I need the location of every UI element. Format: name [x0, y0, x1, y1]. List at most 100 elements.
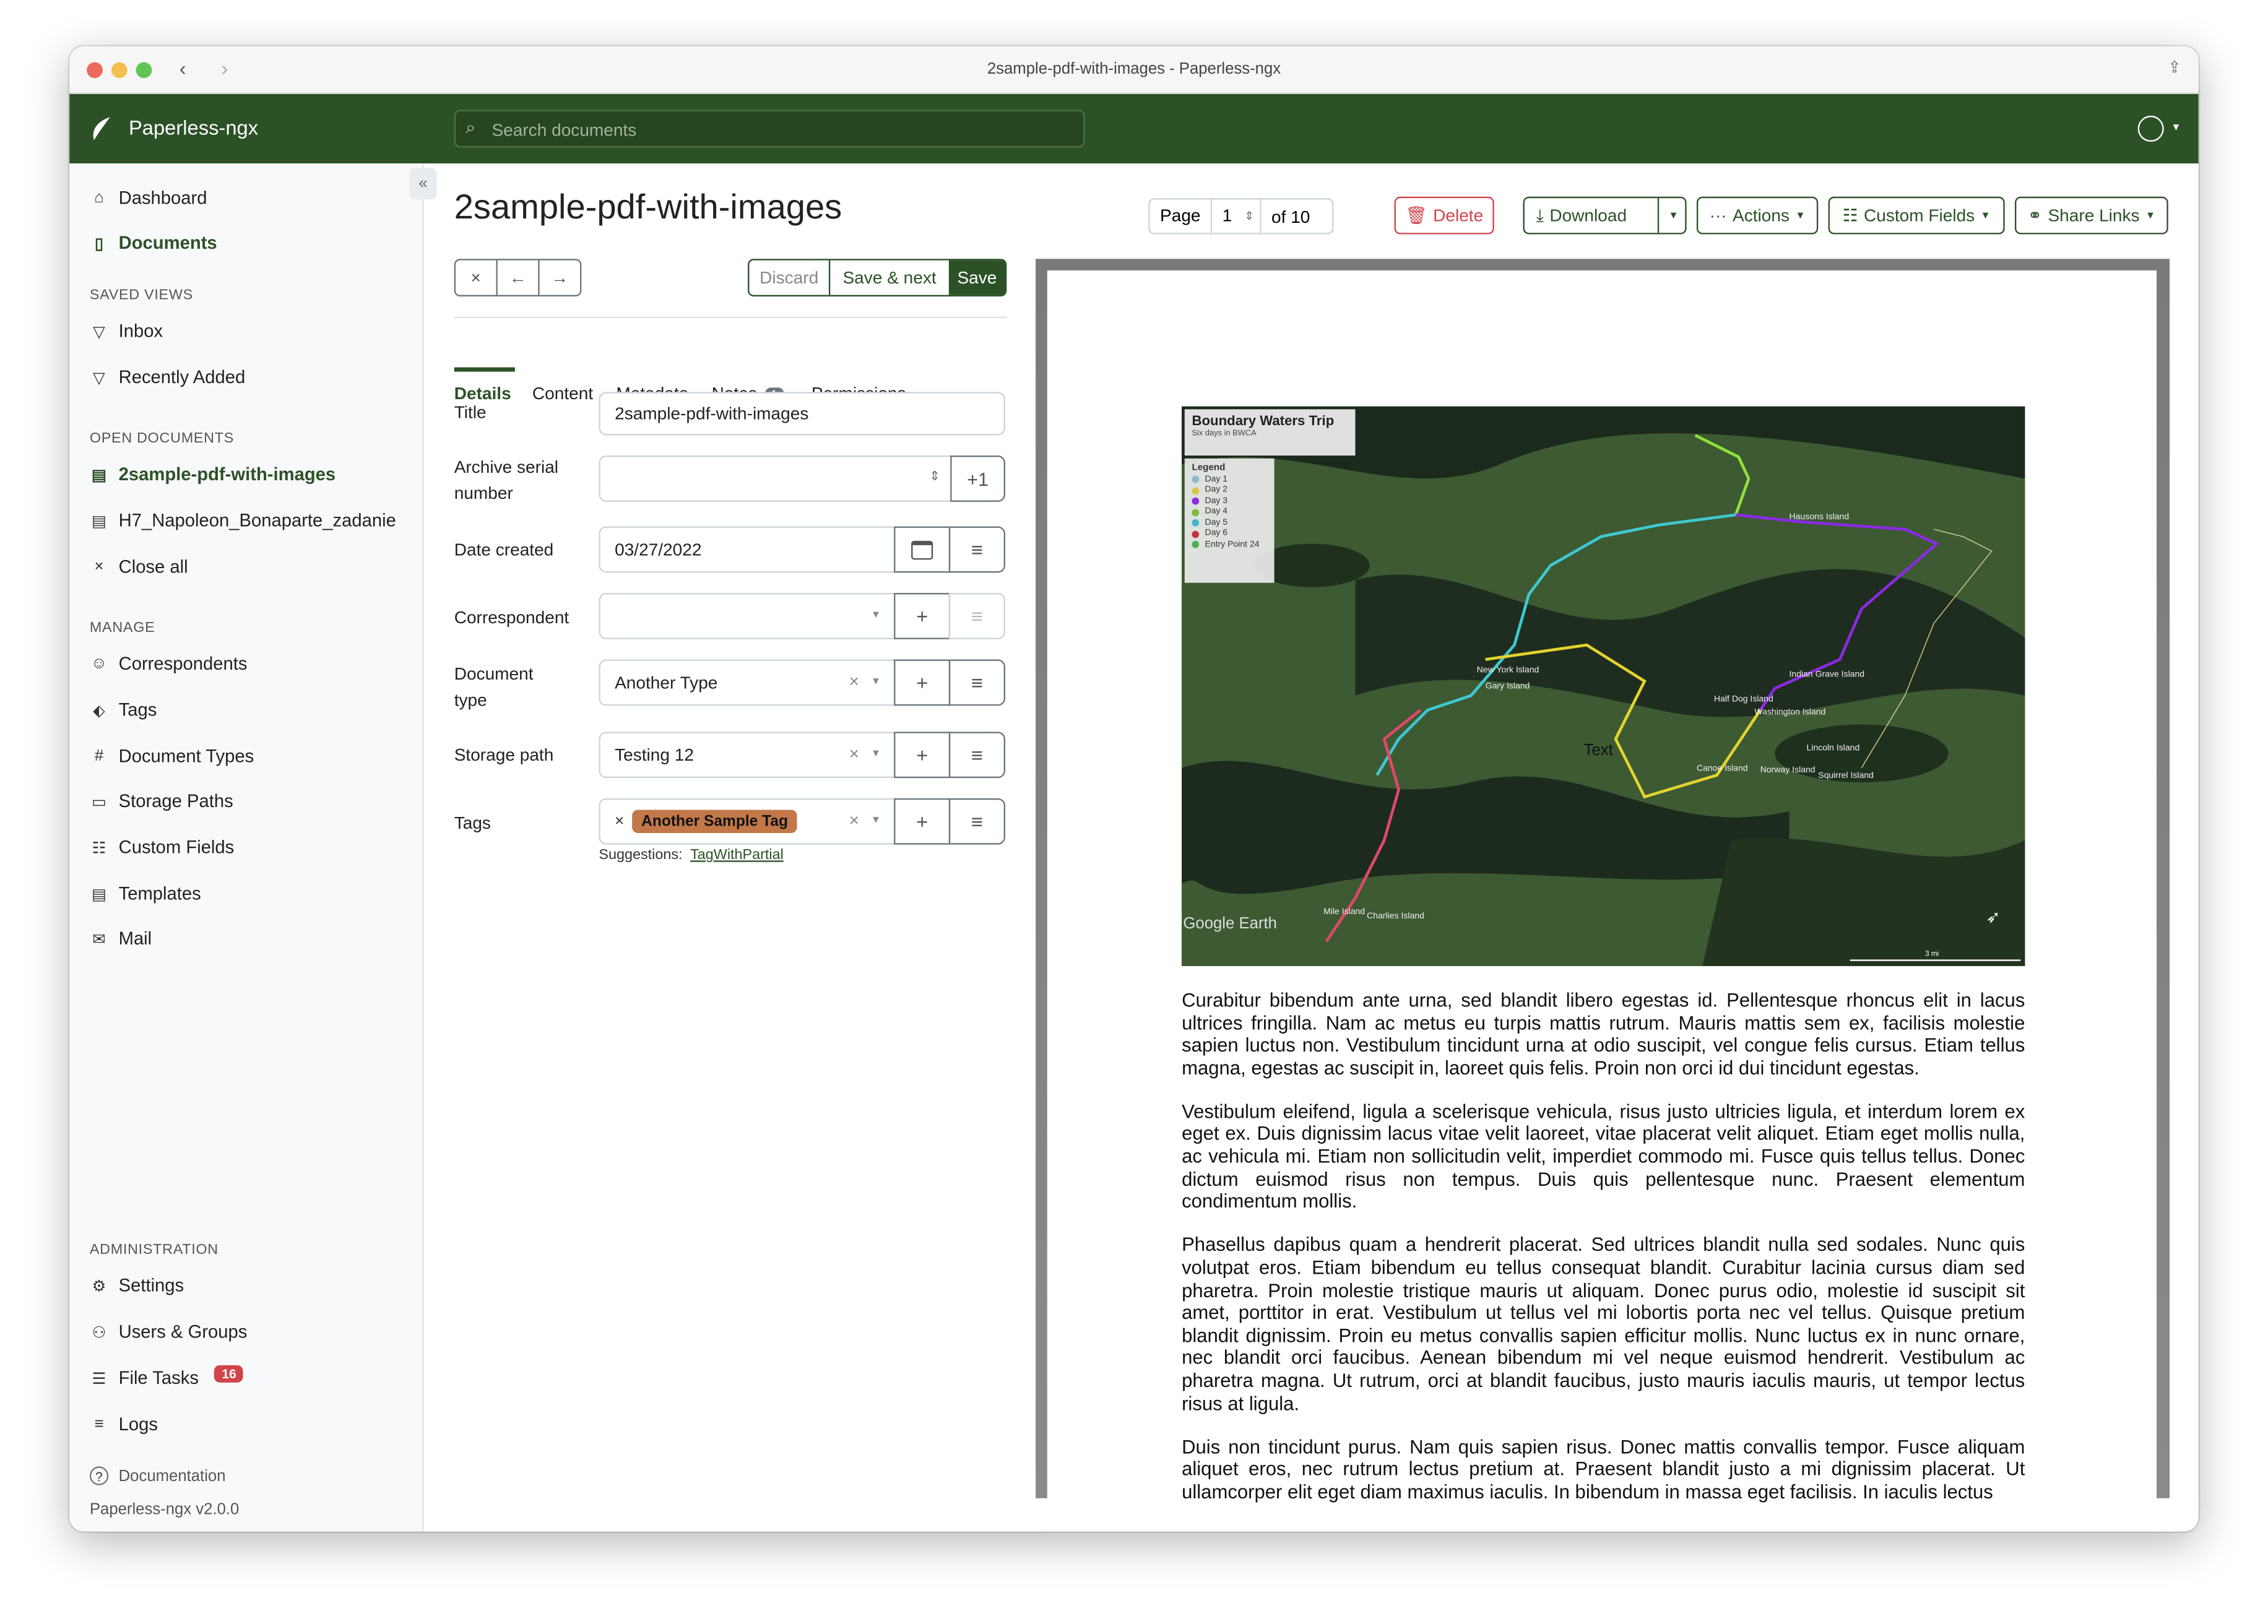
sidebar-item-recently-added[interactable]: ▽ Recently Added — [90, 368, 245, 388]
sidebar-item-tags[interactable]: ⬖ Tags — [90, 700, 157, 720]
sidebar-item-dashboard[interactable]: ⌂ Dashboard — [90, 188, 207, 209]
download-button[interactable]: ⤓ Download ▼ — [1523, 196, 1688, 235]
next-document-button[interactable]: → — [540, 261, 580, 295]
documentation-link[interactable]: ? Documentation — [89, 1466, 226, 1485]
document-type-label: Document type — [454, 663, 534, 710]
hash-icon: # — [94, 748, 104, 766]
document-type-select[interactable]: Another Type × ▼ — [599, 659, 897, 706]
sidebar: « ⌂ Dashboard ▯ Documents SAVED VIEWS ▽ Inb… — [69, 163, 437, 1532]
title-bar: ‹ › 2sample-pdf-with-images - Paperless-… — [69, 46, 2199, 94]
spinner-icon[interactable]: ⇕ — [1244, 199, 1254, 233]
search-icon: ⌕ — [465, 117, 476, 137]
map-place-label: Canoe Island — [1696, 765, 1748, 774]
save-button[interactable]: Save — [948, 260, 1006, 295]
add-tag-button[interactable]: + — [894, 798, 951, 845]
sidebar-open-document[interactable]: ▤ 2sample-pdf-with-images — [90, 464, 335, 485]
tags-filter-button[interactable]: ≡ — [948, 798, 1006, 845]
calendar-button[interactable] — [894, 526, 951, 573]
ui-radios-icon: ☷ — [1842, 205, 1858, 226]
people-icon: ⚇ — [92, 1324, 106, 1342]
sidebar-item-label: Logs — [118, 1414, 158, 1435]
add-storage-path-button[interactable]: + — [894, 732, 951, 779]
remove-tag-icon[interactable]: × — [615, 813, 624, 830]
sidebar-item-label: 2sample-pdf-with-images — [118, 464, 336, 485]
document-type-filter-button[interactable]: ≡ — [948, 659, 1006, 706]
brand-name[interactable]: Paperless-ngx — [129, 116, 258, 139]
sidebar-item-storage-paths[interactable]: ▭ Storage Paths — [90, 791, 233, 811]
map-terrain — [1182, 406, 2025, 966]
pdf-viewer[interactable]: Boundary Waters Trip Six days in BWCA Le… — [1036, 259, 2170, 1532]
sidebar-item-inbox[interactable]: ▽ Inbox — [90, 321, 163, 342]
documentation-label: Documentation — [118, 1467, 226, 1485]
sidebar-item-logs[interactable]: ≡ Logs — [90, 1414, 158, 1435]
previous-document-button[interactable]: ← — [498, 260, 540, 295]
share-links-button[interactable]: ⚭ Share Links ▼ — [2015, 196, 2168, 235]
waypoint-icon — [1192, 519, 1200, 527]
page-label: Page — [1150, 199, 1213, 233]
pdf-paragraph: Vestibulum eleifend, ligula a scelerisqu… — [1182, 1100, 2025, 1212]
sidebar-item-label: File Tasks — [118, 1368, 199, 1389]
download-options-toggle[interactable]: ▼ — [1657, 198, 1688, 233]
storage-path-select[interactable]: Testing 12 × ▼ — [599, 732, 897, 779]
add-document-type-button[interactable]: + — [894, 659, 951, 706]
page-navigator: Page 1 ⇕ of 10 — [1148, 198, 1334, 235]
asn-increment-button[interactable]: +1 — [950, 456, 1006, 502]
clear-icon[interactable]: × — [849, 671, 859, 691]
asn-input[interactable]: ⇕ — [599, 456, 953, 502]
gear-icon: ⚙ — [92, 1277, 106, 1295]
discard-button[interactable]: Discard — [749, 260, 831, 295]
custom-fields-button[interactable]: ☷ Custom Fields ▼ — [1828, 196, 2005, 235]
chevron-down-icon: ▼ — [870, 676, 881, 687]
sidebar-item-file-tasks[interactable]: ☰ File Tasks 16 — [90, 1365, 244, 1389]
sidebar-item-documents[interactable]: ▯ Documents — [90, 233, 217, 253]
date-filter-button[interactable]: ≡ — [948, 526, 1006, 573]
storage-path-filter-button[interactable]: ≡ — [948, 732, 1006, 779]
actions-button[interactable]: ··· Actions ▼ — [1696, 196, 1819, 235]
waypoint-icon — [1192, 475, 1200, 483]
sidebar-item-settings[interactable]: ⚙ Settings — [90, 1276, 184, 1296]
sidebar-item-templates[interactable]: ▤ Templates — [90, 884, 201, 904]
legend-item: Day 3 — [1192, 497, 1267, 506]
sidebar-item-users-groups[interactable]: ⚇ Users & Groups — [90, 1322, 248, 1342]
user-menu-icon[interactable] — [2137, 115, 2164, 142]
map-place-label: Indian Grave Island — [1789, 671, 1865, 680]
delete-button[interactable]: 🗑 Delete — [1394, 196, 1494, 235]
share-icon[interactable]: ⇪ — [2168, 58, 2181, 77]
document-type-value: Another Type — [615, 672, 718, 693]
tag-suggestions: Suggestions: TagWithPartial — [599, 847, 783, 863]
close-document-button[interactable]: × — [456, 260, 498, 295]
sidebar-item-custom-fields[interactable]: ☷ Custom Fields — [90, 837, 235, 858]
tab-content[interactable]: Content — [532, 383, 593, 404]
sidebar-item-label: Storage Paths — [118, 791, 233, 811]
search-input[interactable]: ⌕ Search documents — [454, 110, 1085, 148]
sidebar-item-label: Settings — [118, 1275, 184, 1296]
filter-icon: ≡ — [971, 671, 983, 694]
date-created-input[interactable]: 03/27/2022 — [599, 526, 897, 573]
tag-pill[interactable]: Another Sample Tag — [633, 810, 797, 833]
correspondent-select[interactable]: ▼ — [599, 593, 897, 639]
clear-icon[interactable]: × — [849, 743, 859, 764]
tags-select[interactable]: × Another Sample Tag × ▼ — [599, 798, 897, 845]
saved-views-heading: SAVED VIEWS — [89, 288, 193, 304]
collapse-sidebar-button[interactable]: « — [409, 168, 437, 200]
title-input[interactable]: 2sample-pdf-with-images — [599, 392, 1006, 436]
pdf-text: Curabitur bibendum ante urna, sed blandi… — [1182, 989, 2025, 1524]
chevron-down-icon[interactable]: ▼ — [2171, 123, 2181, 133]
legend-label: Day 3 — [1205, 496, 1228, 506]
waypoint-icon — [1192, 508, 1200, 516]
sidebar-open-document[interactable]: ▤ H7_Napoleon_Bonaparte_zadanie — [90, 511, 396, 531]
sidebar-close-all[interactable]: × Close all — [90, 557, 188, 577]
house-icon: ⌂ — [94, 189, 104, 207]
sidebar-item-document-types[interactable]: # Document Types — [90, 746, 254, 767]
sidebar-item-mail[interactable]: ✉ Mail — [90, 928, 152, 949]
correspondent-filter-button[interactable]: ≡ — [948, 593, 1006, 639]
add-correspondent-button[interactable]: + — [894, 593, 951, 639]
sidebar-item-correspondents[interactable]: ☺ Correspondents — [90, 654, 248, 674]
clear-icon[interactable]: × — [849, 810, 859, 831]
spinner-icon[interactable]: ⇕ — [929, 469, 940, 485]
suggestion-link[interactable]: TagWithPartial — [690, 847, 784, 863]
save-next-button[interactable]: Save & next — [830, 261, 949, 295]
page-number-input[interactable]: 1 ⇕ — [1212, 199, 1262, 233]
map-subtitle: Six days in BWCA — [1192, 429, 1257, 439]
legend-item: Entry Point 24 — [1192, 540, 1267, 549]
